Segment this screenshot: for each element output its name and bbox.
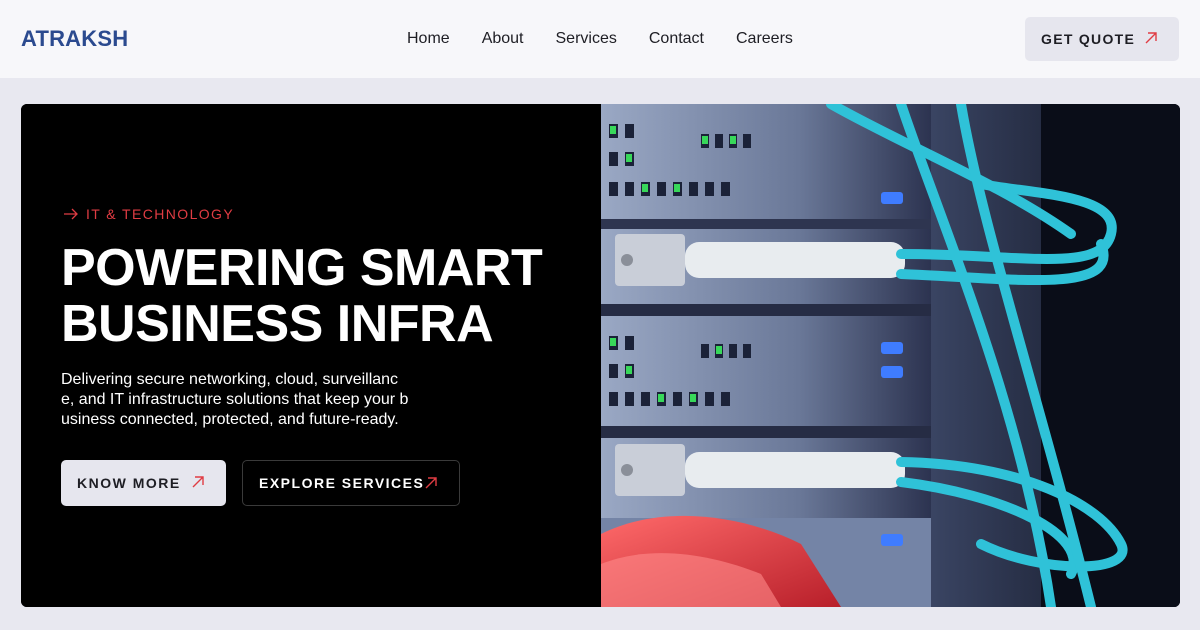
hero-eyebrow: IT & TECHNOLOGY xyxy=(63,206,234,222)
hero-content: IT & TECHNOLOGY POWERING SMART BUSINESS … xyxy=(21,104,601,607)
know-more-button[interactable]: KNOW MORE xyxy=(61,460,226,506)
get-quote-label: GET QUOTE xyxy=(1041,31,1136,47)
hero-title: POWERING SMART BUSINESS INFRA xyxy=(61,240,581,352)
arrow-up-right-icon xyxy=(1145,32,1157,44)
get-quote-button[interactable]: GET QUOTE xyxy=(1025,17,1179,61)
explore-services-button[interactable]: EXPLORE SERVICES xyxy=(242,460,460,506)
hero-image xyxy=(601,104,1180,607)
hero-description: Delivering secure networking, cloud, sur… xyxy=(61,371,409,428)
arrow-up-right-icon xyxy=(192,476,204,488)
nav-item-contact[interactable]: Contact xyxy=(649,30,704,48)
hero-title-line2: BUSINESS INFRA xyxy=(61,295,494,353)
eyebrow-label: IT & TECHNOLOGY xyxy=(86,206,235,222)
arrow-right-icon xyxy=(64,208,78,220)
site-header: ATRAKSH Home About Services Contact Care… xyxy=(0,0,1200,78)
explore-services-label: EXPLORE SERVICES xyxy=(259,475,425,491)
server-fiber-cables-image xyxy=(601,104,1180,607)
nav-item-home[interactable]: Home xyxy=(407,30,450,48)
hero-section: IT & TECHNOLOGY POWERING SMART BUSINESS … xyxy=(21,104,1180,607)
know-more-label: KNOW MORE xyxy=(77,475,181,491)
nav-item-careers[interactable]: Careers xyxy=(736,30,793,48)
hero-title-line1: POWERING SMART xyxy=(61,239,543,297)
nav-item-about[interactable]: About xyxy=(482,30,524,48)
main-nav: Home About Services Contact Careers xyxy=(407,30,825,48)
arrow-up-right-icon xyxy=(425,477,437,489)
nav-item-services[interactable]: Services xyxy=(556,30,617,48)
brand-logo[interactable]: ATRAKSH xyxy=(21,26,128,52)
